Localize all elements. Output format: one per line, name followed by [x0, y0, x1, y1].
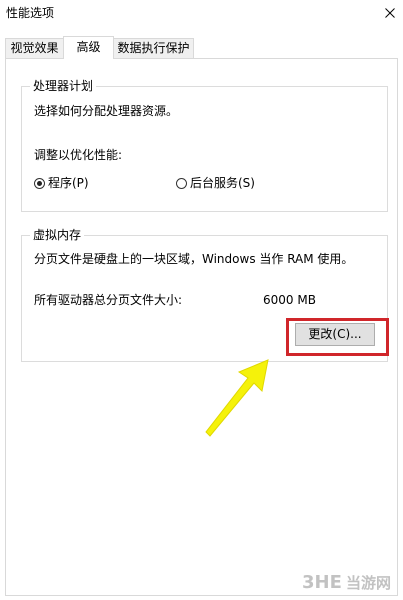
performance-options-window: 性能选项 视觉效果 高级 数据执行保护 处理器计划 选择如何分配处理器资源。 调…: [0, 0, 403, 600]
total-paging-file-value: 6000 MB: [263, 293, 316, 307]
processor-scheduling-description: 选择如何分配处理器资源。: [34, 104, 179, 118]
close-button[interactable]: [377, 0, 403, 26]
processor-scheduling-group: 处理器计划 选择如何分配处理器资源。 调整以优化性能: 程序(P) 后台服务(S…: [21, 79, 388, 212]
total-paging-file-label: 所有驱动器总分页文件大小:: [34, 293, 183, 307]
virtual-memory-title: 虚拟内存: [30, 228, 85, 242]
radio-programs-indicator: [34, 177, 45, 189]
change-virtual-memory-button[interactable]: 更改(C)...: [295, 323, 375, 346]
tab-visual-effects[interactable]: 视觉效果: [5, 38, 64, 58]
title-bar: 性能选项: [0, 0, 403, 28]
virtual-memory-description: 分页文件是硬盘上的一块区域，Windows 当作 RAM 使用。: [34, 252, 354, 266]
tab-advanced[interactable]: 高级: [63, 36, 114, 59]
virtual-memory-group: 虚拟内存 分页文件是硬盘上的一块区域，Windows 当作 RAM 使用。 所有…: [21, 228, 388, 362]
radio-background-services-indicator: [176, 177, 187, 189]
tab-data-execution-prevention[interactable]: 数据执行保护: [113, 38, 194, 58]
radio-background-services-label: 后台服务(S): [190, 176, 255, 190]
advanced-tab-panel: 处理器计划 选择如何分配处理器资源。 调整以优化性能: 程序(P) 后台服务(S…: [5, 58, 398, 596]
adjust-performance-label: 调整以优化性能:: [34, 148, 123, 162]
radio-programs-label: 程序(P): [48, 176, 89, 190]
radio-programs[interactable]: 程序(P): [34, 176, 89, 190]
radio-background-services[interactable]: 后台服务(S): [176, 176, 255, 190]
close-icon: [385, 8, 395, 18]
processor-scheduling-title: 处理器计划: [30, 79, 97, 93]
radio-selected-dot: [37, 180, 42, 186]
window-title: 性能选项: [6, 6, 55, 20]
